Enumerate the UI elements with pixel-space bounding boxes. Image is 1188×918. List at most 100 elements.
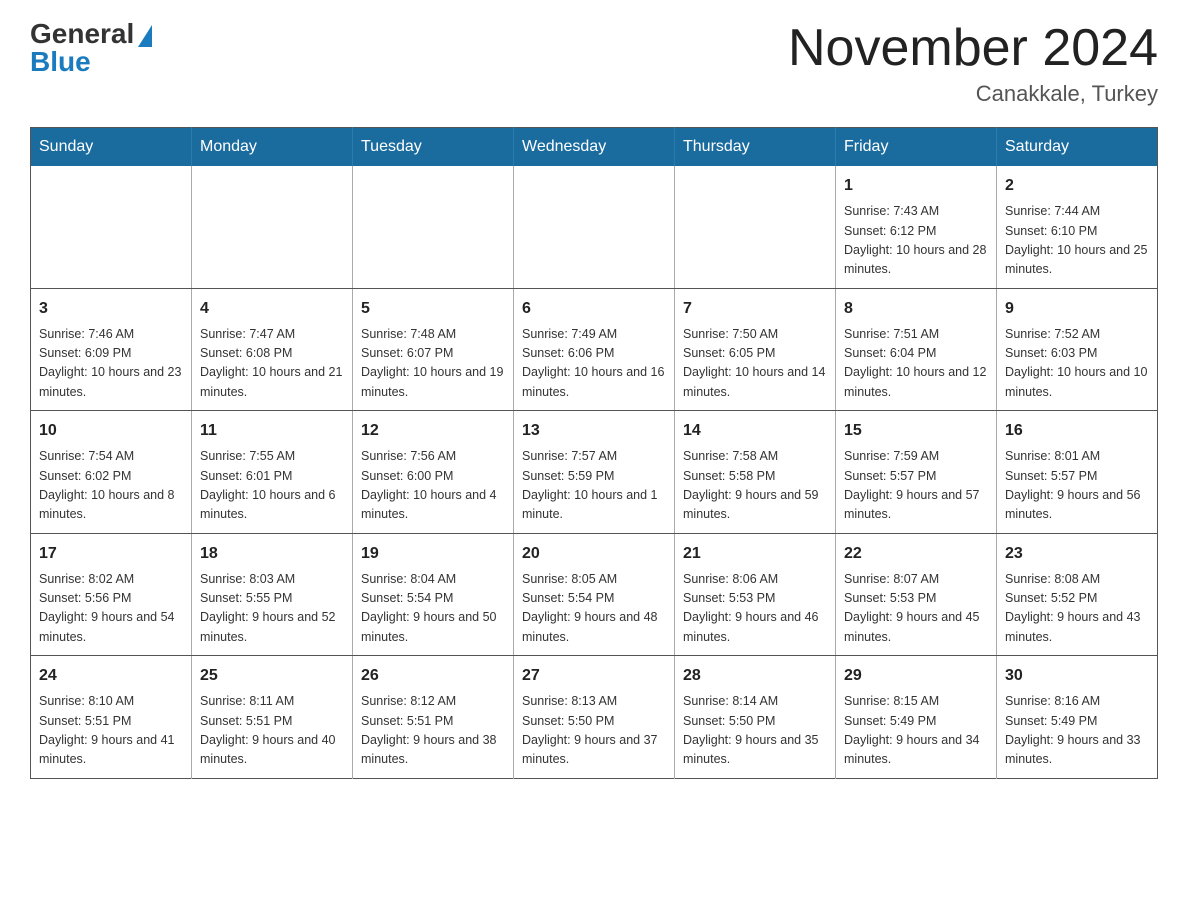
calendar-cell: 12 Sunrise: 7:56 AM Sunset: 6:00 PM Dayli…	[353, 411, 514, 534]
calendar-title: November 2024	[788, 20, 1158, 77]
day-number: 15	[844, 419, 988, 443]
day-number: 6	[522, 297, 666, 321]
day-number: 4	[200, 297, 344, 321]
day-number: 23	[1005, 542, 1149, 566]
day-info: Sunrise: 8:03 AM Sunset: 5:55 PM Dayligh…	[200, 570, 344, 648]
day-number: 16	[1005, 419, 1149, 443]
calendar-cell	[514, 166, 675, 288]
weekday-header-monday: Monday	[192, 128, 353, 167]
calendar-cell: 22 Sunrise: 8:07 AM Sunset: 5:53 PM Dayli…	[836, 533, 997, 656]
day-info: Sunrise: 7:50 AM Sunset: 6:05 PM Dayligh…	[683, 325, 827, 403]
day-number: 3	[39, 297, 183, 321]
weekday-header-sunday: Sunday	[31, 128, 192, 167]
calendar-subtitle: Canakkale, Turkey	[788, 81, 1158, 107]
day-number: 19	[361, 542, 505, 566]
day-info: Sunrise: 7:57 AM Sunset: 5:59 PM Dayligh…	[522, 447, 666, 525]
calendar-cell: 30 Sunrise: 8:16 AM Sunset: 5:49 PM Dayli…	[997, 656, 1158, 779]
day-info: Sunrise: 8:16 AM Sunset: 5:49 PM Dayligh…	[1005, 692, 1149, 770]
calendar-cell: 2 Sunrise: 7:44 AM Sunset: 6:10 PM Daylig…	[997, 166, 1158, 288]
day-info: Sunrise: 7:51 AM Sunset: 6:04 PM Dayligh…	[844, 325, 988, 403]
calendar-cell: 17 Sunrise: 8:02 AM Sunset: 5:56 PM Dayli…	[31, 533, 192, 656]
day-info: Sunrise: 7:46 AM Sunset: 6:09 PM Dayligh…	[39, 325, 183, 403]
day-info: Sunrise: 8:02 AM Sunset: 5:56 PM Dayligh…	[39, 570, 183, 648]
day-number: 7	[683, 297, 827, 321]
day-number: 29	[844, 664, 988, 688]
day-info: Sunrise: 8:08 AM Sunset: 5:52 PM Dayligh…	[1005, 570, 1149, 648]
day-number: 30	[1005, 664, 1149, 688]
day-number: 5	[361, 297, 505, 321]
day-number: 18	[200, 542, 344, 566]
day-info: Sunrise: 7:56 AM Sunset: 6:00 PM Dayligh…	[361, 447, 505, 525]
weekday-header-friday: Friday	[836, 128, 997, 167]
day-info: Sunrise: 8:04 AM Sunset: 5:54 PM Dayligh…	[361, 570, 505, 648]
day-info: Sunrise: 7:48 AM Sunset: 6:07 PM Dayligh…	[361, 325, 505, 403]
day-number: 2	[1005, 174, 1149, 198]
day-info: Sunrise: 8:01 AM Sunset: 5:57 PM Dayligh…	[1005, 447, 1149, 525]
day-number: 22	[844, 542, 988, 566]
day-info: Sunrise: 7:55 AM Sunset: 6:01 PM Dayligh…	[200, 447, 344, 525]
calendar-week-row: 24Sunrise: 8:10 AM Sunset: 5:51 PM Dayli…	[31, 656, 1158, 779]
calendar-cell: 4 Sunrise: 7:47 AM Sunset: 6:08 PM Daylig…	[192, 288, 353, 411]
day-info: Sunrise: 7:59 AM Sunset: 5:57 PM Dayligh…	[844, 447, 988, 525]
calendar-cell: 9Sunrise: 7:52 AM Sunset: 6:03 PM Daylig…	[997, 288, 1158, 411]
day-number: 20	[522, 542, 666, 566]
weekday-header-thursday: Thursday	[675, 128, 836, 167]
day-info: Sunrise: 8:15 AM Sunset: 5:49 PM Dayligh…	[844, 692, 988, 770]
page-header: General Blue November 2024 Canakkale, Tu…	[30, 20, 1158, 107]
calendar-cell: 18 Sunrise: 8:03 AM Sunset: 5:55 PM Dayli…	[192, 533, 353, 656]
day-number: 26	[361, 664, 505, 688]
day-number: 1	[844, 174, 988, 198]
day-info: Sunrise: 8:07 AM Sunset: 5:53 PM Dayligh…	[844, 570, 988, 648]
day-info: Sunrise: 7:49 AM Sunset: 6:06 PM Dayligh…	[522, 325, 666, 403]
calendar-cell: 14 Sunrise: 7:58 AM Sunset: 5:58 PM Dayli…	[675, 411, 836, 534]
weekday-header-wednesday: Wednesday	[514, 128, 675, 167]
calendar-week-row: 10Sunrise: 7:54 AM Sunset: 6:02 PM Dayli…	[31, 411, 1158, 534]
title-section: November 2024 Canakkale, Turkey	[788, 20, 1158, 107]
calendar-cell: 10Sunrise: 7:54 AM Sunset: 6:02 PM Dayli…	[31, 411, 192, 534]
calendar-week-row: 3 Sunrise: 7:46 AM Sunset: 6:09 PM Daylig…	[31, 288, 1158, 411]
day-number: 14	[683, 419, 827, 443]
calendar-cell: 24Sunrise: 8:10 AM Sunset: 5:51 PM Dayli…	[31, 656, 192, 779]
day-info: Sunrise: 7:43 AM Sunset: 6:12 PM Dayligh…	[844, 202, 988, 280]
calendar-cell	[353, 166, 514, 288]
logo: General Blue	[30, 20, 152, 76]
calendar-cell: 1 Sunrise: 7:43 AM Sunset: 6:12 PM Daylig…	[836, 166, 997, 288]
calendar-cell: 21 Sunrise: 8:06 AM Sunset: 5:53 PM Dayli…	[675, 533, 836, 656]
day-info: Sunrise: 8:13 AM Sunset: 5:50 PM Dayligh…	[522, 692, 666, 770]
calendar-cell	[675, 166, 836, 288]
day-number: 11	[200, 419, 344, 443]
day-info: Sunrise: 8:14 AM Sunset: 5:50 PM Dayligh…	[683, 692, 827, 770]
calendar-cell: 15 Sunrise: 7:59 AM Sunset: 5:57 PM Dayli…	[836, 411, 997, 534]
day-info: Sunrise: 8:06 AM Sunset: 5:53 PM Dayligh…	[683, 570, 827, 648]
day-info: Sunrise: 8:12 AM Sunset: 5:51 PM Dayligh…	[361, 692, 505, 770]
day-number: 28	[683, 664, 827, 688]
calendar-cell	[31, 166, 192, 288]
day-number: 9	[1005, 297, 1149, 321]
day-info: Sunrise: 7:47 AM Sunset: 6:08 PM Dayligh…	[200, 325, 344, 403]
weekday-header-tuesday: Tuesday	[353, 128, 514, 167]
day-info: Sunrise: 7:58 AM Sunset: 5:58 PM Dayligh…	[683, 447, 827, 525]
calendar-cell: 26 Sunrise: 8:12 AM Sunset: 5:51 PM Dayli…	[353, 656, 514, 779]
day-info: Sunrise: 7:44 AM Sunset: 6:10 PM Dayligh…	[1005, 202, 1149, 280]
day-number: 27	[522, 664, 666, 688]
calendar-cell	[192, 166, 353, 288]
calendar-cell: 20Sunrise: 8:05 AM Sunset: 5:54 PM Dayli…	[514, 533, 675, 656]
calendar-cell: 28 Sunrise: 8:14 AM Sunset: 5:50 PM Dayli…	[675, 656, 836, 779]
calendar-cell: 29 Sunrise: 8:15 AM Sunset: 5:49 PM Dayli…	[836, 656, 997, 779]
day-info: Sunrise: 8:11 AM Sunset: 5:51 PM Dayligh…	[200, 692, 344, 770]
calendar-cell: 13 Sunrise: 7:57 AM Sunset: 5:59 PM Dayli…	[514, 411, 675, 534]
day-number: 12	[361, 419, 505, 443]
day-number: 21	[683, 542, 827, 566]
calendar-week-row: 17 Sunrise: 8:02 AM Sunset: 5:56 PM Dayli…	[31, 533, 1158, 656]
day-number: 17	[39, 542, 183, 566]
logo-general-text: General	[30, 20, 134, 48]
day-number: 13	[522, 419, 666, 443]
calendar-cell: 8 Sunrise: 7:51 AM Sunset: 6:04 PM Daylig…	[836, 288, 997, 411]
calendar-table: SundayMondayTuesdayWednesdayThursdayFrid…	[30, 127, 1158, 779]
logo-blue-text: Blue	[30, 48, 91, 76]
calendar-header-row: SundayMondayTuesdayWednesdayThursdayFrid…	[31, 128, 1158, 167]
calendar-cell: 16 Sunrise: 8:01 AM Sunset: 5:57 PM Dayli…	[997, 411, 1158, 534]
calendar-week-row: 1 Sunrise: 7:43 AM Sunset: 6:12 PM Daylig…	[31, 166, 1158, 288]
day-number: 8	[844, 297, 988, 321]
day-info: Sunrise: 8:10 AM Sunset: 5:51 PM Dayligh…	[39, 692, 183, 770]
